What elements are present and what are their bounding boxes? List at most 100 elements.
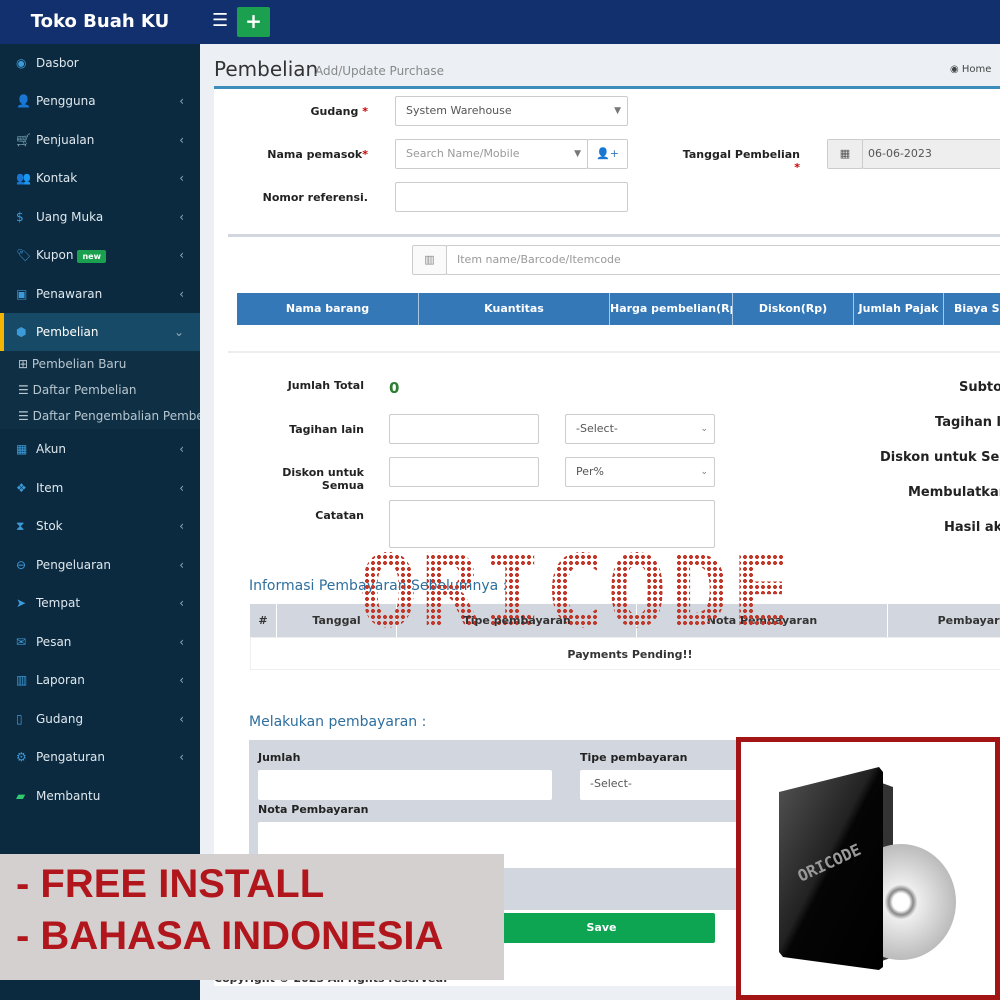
chevron-left-icon: ‹ xyxy=(179,133,184,147)
divider xyxy=(228,234,1000,237)
col-kuantitas: Kuantitas xyxy=(419,293,610,325)
chevron-left-icon: ‹ xyxy=(179,287,184,301)
chevron-left-icon: ‹ xyxy=(179,481,184,495)
diskon-total-label: Diskon untuk Semu xyxy=(880,450,1000,465)
tagihan-total-label: Tagihan la xyxy=(935,415,1000,430)
col-pembayaran: Pembayara xyxy=(888,604,1000,637)
chevron-down-icon: ⌄ xyxy=(173,325,184,339)
book-icon: ▰ xyxy=(16,789,26,803)
jumlah-total-label: Jumlah Total xyxy=(287,379,364,392)
brand-logo[interactable]: Toko Buah KU xyxy=(0,0,200,44)
sidebar-item-membantu[interactable]: ▰ Membantu xyxy=(0,777,200,815)
sidebar-item-pesan[interactable]: ✉ Pesan ‹ xyxy=(0,623,200,661)
promo-banner: - FREE INSTALL - BAHASA INDONESIA xyxy=(0,854,504,980)
save-button[interactable]: Save xyxy=(488,913,715,943)
grid-icon: ▦ xyxy=(16,442,28,456)
chevron-left-icon: ‹ xyxy=(179,171,184,185)
add-button[interactable]: + xyxy=(237,7,270,37)
divider xyxy=(228,351,1000,353)
diskon-type-select[interactable]: Per% ⌄ xyxy=(565,457,715,487)
sidebar-sub-daftar-pengembalian[interactable]: ☰ Daftar Pengembalian Pembelian xyxy=(0,403,200,429)
sidebar-item-dasbor[interactable]: ◉ Dasbor xyxy=(0,44,200,82)
page-subtitle: Add/Update Purchase xyxy=(315,64,445,78)
dollar-icon: $ xyxy=(16,210,24,224)
gudang-select[interactable]: System Warehouse ▼ xyxy=(395,96,628,126)
chevron-left-icon: ‹ xyxy=(179,750,184,764)
chevron-left-icon: ‹ xyxy=(179,712,184,726)
chevron-left-icon: ‹ xyxy=(179,558,184,572)
sidebar-item-pengaturan[interactable]: ⚙ Pengaturan ‹ xyxy=(0,738,200,776)
sidebar-item-pengguna[interactable]: 👤 Pengguna ‹ xyxy=(0,82,200,120)
breadcrumb-home[interactable]: ◉ Home xyxy=(950,64,991,75)
add-supplier-button[interactable]: 👤+ xyxy=(587,139,628,169)
plus-square-icon: ⊞ xyxy=(18,357,32,371)
col-nama-barang: Nama barang xyxy=(237,293,419,325)
item-search-input[interactable]: Item name/Barcode/Itemcode xyxy=(446,245,1000,275)
promo-line-1: - FREE INSTALL xyxy=(16,862,325,906)
supplier-search-select[interactable]: Search Name/Mobile ▼ xyxy=(395,139,588,169)
user-plus-icon: 👤 xyxy=(16,94,31,108)
diskon-label: Diskon untuk Semua xyxy=(282,466,364,492)
sidebar-item-kontak[interactable]: 👥 Kontak ‹ xyxy=(0,159,200,197)
payments-pending-row: Payments Pending!! xyxy=(250,637,1000,670)
diskon-input[interactable] xyxy=(389,457,539,487)
cube-icon: ⬢ xyxy=(16,325,27,339)
jumlah-input[interactable] xyxy=(258,770,552,800)
sidebar-item-gudang[interactable]: ▯ Gudang ‹ xyxy=(0,700,200,738)
hasil-akhir-label: Hasil akh xyxy=(944,520,1000,535)
col-tanggal: Tanggal xyxy=(277,604,397,637)
new-badge: new xyxy=(77,250,106,263)
sidebar-item-item[interactable]: ❖ Item ‹ xyxy=(0,469,200,507)
col-nota: Nota Pembayaran xyxy=(637,604,888,637)
software-box-image: ORICODE xyxy=(736,737,1000,1000)
pembulatan-label: Membulatkan xyxy=(908,485,1000,500)
ref-input[interactable] xyxy=(395,182,628,212)
caret-down-icon: ▼ xyxy=(574,149,581,159)
sidebar-item-kupon[interactable]: 🏷 Kupon new ‹ xyxy=(0,236,200,274)
sidebar-item-stok[interactable]: ⧗ Stok ‹ xyxy=(0,507,200,545)
sidebar-item-penjualan[interactable]: 🛒 Penjualan ‹ xyxy=(0,121,200,159)
dvd-case-illustration: ORICODE xyxy=(779,767,956,970)
calendar-icon[interactable]: ▦ xyxy=(827,139,863,169)
sidebar-item-laporan[interactable]: ▥ Laporan ‹ xyxy=(0,661,200,699)
gudang-label: Gudang * xyxy=(310,105,368,118)
chevron-left-icon: ‹ xyxy=(179,673,184,687)
chevron-left-icon: ‹ xyxy=(179,210,184,224)
sidebar-item-pembelian[interactable]: ⬢ Pembelian ⌄ xyxy=(0,313,200,351)
caret-down-icon: ▼ xyxy=(614,106,621,116)
sidebar-item-penawaran[interactable]: ▣ Penawaran ‹ xyxy=(0,275,200,313)
sidebar-item-pengeluaran[interactable]: ⊖ Pengeluaran ‹ xyxy=(0,546,200,584)
sidebar-item-uang-muka[interactable]: $ Uang Muka ‹ xyxy=(0,198,200,236)
col-tipe: Tipe pembayaran xyxy=(463,614,571,627)
col-pajak: Jumlah Pajak xyxy=(854,293,944,325)
subtotal-label: Subtot xyxy=(959,380,1000,395)
chevron-left-icon: ‹ xyxy=(179,94,184,108)
tagihan-input[interactable] xyxy=(389,414,539,444)
envelope-icon: ✉ xyxy=(16,635,27,649)
ref-label: Nomor referensi. xyxy=(262,191,368,204)
menu-toggle-icon[interactable]: ☰ xyxy=(212,10,228,31)
tanggal-label: Tanggal Pembelian * xyxy=(682,148,800,174)
gears-icon: ⚙ xyxy=(16,750,27,764)
building-icon: ▯ xyxy=(16,712,23,726)
cart-icon: 🛒 xyxy=(16,133,31,147)
catatan-textarea[interactable] xyxy=(389,500,715,548)
dashboard-icon: ◉ xyxy=(950,64,962,75)
users-icon: 👥 xyxy=(16,171,31,185)
sidebar-sub-daftar-pembelian[interactable]: ☰ Daftar Pembelian xyxy=(0,377,200,403)
promo-line-2: - BAHASA INDONESIA xyxy=(16,914,444,958)
sidebar-item-tempat[interactable]: ➤ Tempat ‹ xyxy=(0,584,200,622)
bar-chart-icon: ▥ xyxy=(16,673,28,687)
chevron-left-icon: ‹ xyxy=(179,248,184,262)
jumlah-total-value: 0 xyxy=(389,379,400,397)
chevron-down-icon: ⌄ xyxy=(700,424,708,434)
user-plus-icon: 👤+ xyxy=(596,147,619,160)
tagihan-select[interactable]: -Select- ⌄ xyxy=(565,414,715,444)
tagihan-label: Tagihan lain xyxy=(289,423,364,436)
tanggal-input[interactable]: 06-06-2023 xyxy=(862,139,1000,169)
col-no: # xyxy=(250,604,277,637)
sidebar-item-akun[interactable]: ▦ Akun ‹ xyxy=(0,430,200,468)
calendar-plus-icon: ▣ xyxy=(16,287,28,301)
sidebar-sub-pembelian-baru[interactable]: ⊞ Pembelian Baru xyxy=(0,351,200,377)
barcode-icon: ▥ xyxy=(412,245,447,275)
